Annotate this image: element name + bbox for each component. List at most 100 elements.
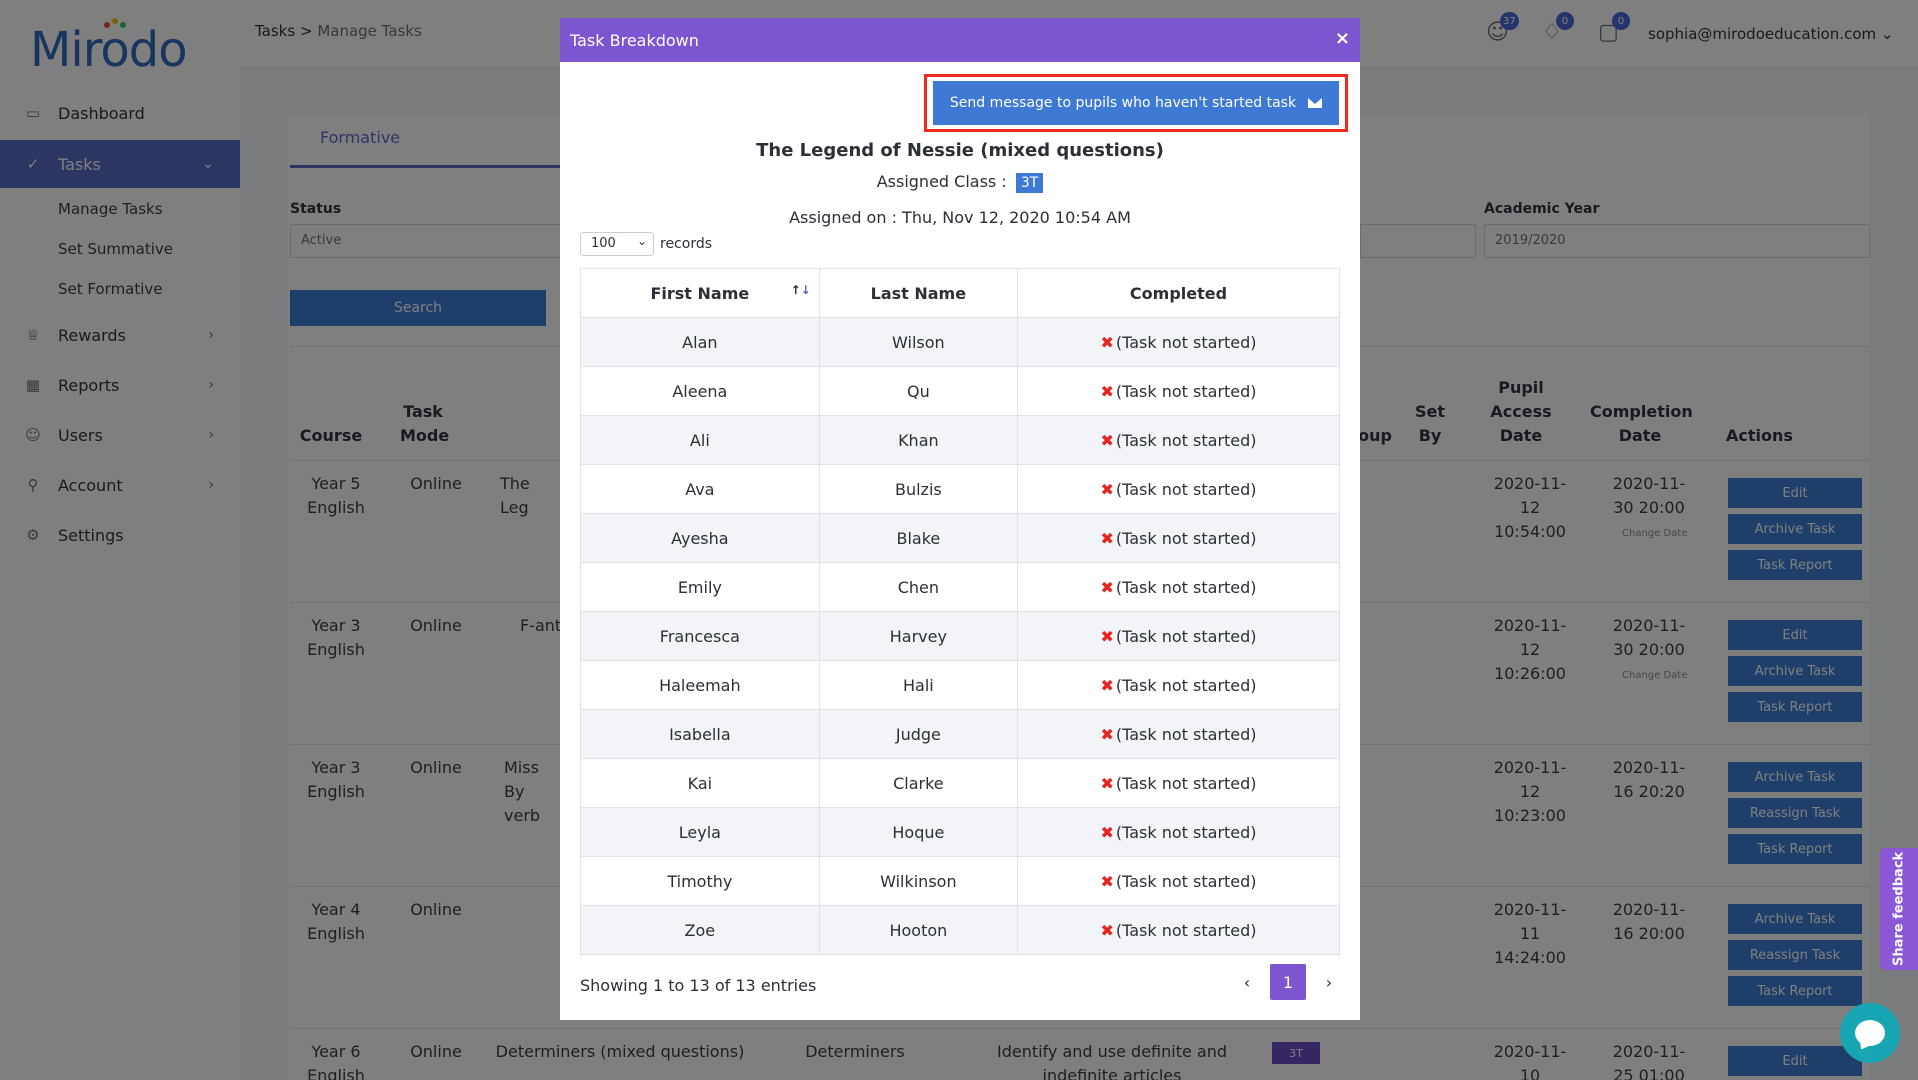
cell-first-name: Ayesha (580, 513, 820, 563)
cell-completed: ✖ (Task not started) (1017, 464, 1340, 514)
cross-icon: ✖ (1100, 822, 1114, 842)
cell-first-name: Kai (580, 758, 820, 808)
cell-completed: ✖ (Task not started) (1017, 513, 1340, 563)
cell-first-name: Emily (580, 562, 820, 612)
cell-first-name: Ali (580, 415, 820, 465)
cross-icon: ✖ (1100, 479, 1114, 499)
column-label: Last Name (870, 283, 967, 303)
column-last-name[interactable]: Last Name (818, 268, 1019, 318)
status-text: (Task not started) (1115, 822, 1257, 842)
assigned-class: Assigned Class : 3T (560, 172, 1360, 193)
table-row: Kai Clarke ✖ (Task not started) (580, 758, 1340, 808)
status-text: (Task not started) (1115, 724, 1257, 744)
cell-first-name: Leyla (580, 807, 820, 857)
column-label: Completed (1129, 283, 1228, 303)
status-text: (Task not started) (1115, 626, 1257, 646)
cross-icon: ✖ (1100, 381, 1114, 401)
close-icon[interactable]: × (1335, 30, 1350, 48)
cell-first-name: Zoe (580, 905, 820, 955)
cell-first-name: Ava (580, 464, 820, 514)
status-text: (Task not started) (1115, 675, 1257, 695)
cross-icon: ✖ (1100, 528, 1114, 548)
cell-first-name: Timothy (580, 856, 820, 906)
cell-first-name: Haleemah (580, 660, 820, 710)
cell-last-name: Hoque (818, 807, 1019, 857)
table-row: Zoe Hooton ✖ (Task not started) (580, 905, 1340, 955)
chat-widget-button[interactable] (1840, 1003, 1900, 1063)
status-text: (Task not started) (1115, 920, 1257, 940)
cell-last-name: Hooton (818, 905, 1019, 955)
cross-icon: ✖ (1100, 724, 1114, 744)
records-select[interactable]: 100 ⌄ (580, 232, 654, 256)
cell-last-name: Khan (818, 415, 1019, 465)
send-message-button[interactable]: Send message to pupils who haven't start… (933, 81, 1339, 125)
cell-completed: ✖ (Task not started) (1017, 611, 1340, 661)
table-row: Emily Chen ✖ (Task not started) (580, 562, 1340, 612)
cross-icon: ✖ (1100, 773, 1114, 793)
envelope-icon (1308, 98, 1323, 108)
cell-last-name: Blake (818, 513, 1019, 563)
modal-title: Task Breakdown (570, 30, 699, 50)
cell-completed: ✖ (Task not started) (1017, 905, 1340, 955)
records-length: 100 ⌄ records (580, 232, 712, 256)
cross-icon: ✖ (1100, 920, 1114, 940)
table-row: Ava Bulzis ✖ (Task not started) (580, 464, 1340, 514)
column-completed[interactable]: Completed (1017, 268, 1340, 318)
cross-icon: ✖ (1100, 430, 1114, 450)
column-first-name[interactable]: First Name ↑↓ (580, 268, 820, 318)
cell-last-name: Harvey (818, 611, 1019, 661)
records-label: records (660, 236, 713, 252)
cell-first-name: Francesca (580, 611, 820, 661)
cell-completed: ✖ (Task not started) (1017, 562, 1340, 612)
table-row: Aleena Qu ✖ (Task not started) (580, 366, 1340, 416)
sort-icon[interactable]: ↑↓ (791, 283, 811, 297)
pupil-table: First Name ↑↓ Last Name Completed Alan Wi… (580, 268, 1340, 955)
table-row: Alan Wilson ✖ (Task not started) (580, 317, 1340, 367)
cell-completed: ✖ (Task not started) (1017, 317, 1340, 367)
task-breakdown-modal: Task Breakdown × Send message to pupils … (560, 18, 1360, 1020)
next-page-icon[interactable]: › (1322, 973, 1336, 992)
table-row: Ali Khan ✖ (Task not started) (580, 415, 1340, 465)
assigned-class-label: Assigned Class : (876, 172, 1007, 191)
table-info: Showing 1 to 13 of 13 entries (580, 976, 817, 995)
cell-first-name: Isabella (580, 709, 820, 759)
table-row: Timothy Wilkinson ✖ (Task not started) (580, 856, 1340, 906)
task-title: The Legend of Nessie (mixed questions) (756, 140, 1164, 161)
cell-first-name: Aleena (580, 366, 820, 416)
pagination: ‹ 1 › (1240, 964, 1336, 1000)
cell-completed: ✖ (Task not started) (1017, 660, 1340, 710)
cell-completed: ✖ (Task not started) (1017, 709, 1340, 759)
modal-header: Task Breakdown × (560, 18, 1360, 62)
table-row: Isabella Judge ✖ (Task not started) (580, 709, 1340, 759)
cell-completed: ✖ (Task not started) (1017, 415, 1340, 465)
chevron-down-icon: ⌄ (636, 234, 647, 248)
previous-page-icon[interactable]: ‹ (1240, 973, 1254, 992)
cell-last-name: Bulzis (818, 464, 1019, 514)
share-feedback-tab[interactable]: Share feedback (1880, 848, 1918, 970)
cell-last-name: Chen (818, 562, 1019, 612)
cell-last-name: Wilson (818, 317, 1019, 367)
cross-icon: ✖ (1100, 332, 1114, 352)
cell-completed: ✖ (Task not started) (1017, 856, 1340, 906)
table-row: Ayesha Blake ✖ (Task not started) (580, 513, 1340, 563)
status-text: (Task not started) (1115, 332, 1257, 352)
status-text: (Task not started) (1115, 773, 1257, 793)
column-label: First Name (650, 283, 750, 303)
table-row: Leyla Hoque ✖ (Task not started) (580, 807, 1340, 857)
cell-completed: ✖ (Task not started) (1017, 758, 1340, 808)
cell-first-name: Alan (580, 317, 820, 367)
cell-completed: ✖ (Task not started) (1017, 807, 1340, 857)
assigned-on: Assigned on : Thu, Nov 12, 2020 10:54 AM (789, 208, 1131, 227)
cross-icon: ✖ (1100, 871, 1114, 891)
cell-last-name: Wilkinson (818, 856, 1019, 906)
status-text: (Task not started) (1115, 479, 1257, 499)
status-text: (Task not started) (1115, 871, 1257, 891)
class-badge: 3T (1015, 173, 1044, 193)
status-text: (Task not started) (1115, 381, 1257, 401)
send-message-label: Send message to pupils who haven't start… (949, 95, 1297, 111)
status-text: (Task not started) (1115, 577, 1257, 597)
cell-last-name: Qu (818, 366, 1019, 416)
status-text: (Task not started) (1115, 430, 1257, 450)
table-row: Haleemah Hali ✖ (Task not started) (580, 660, 1340, 710)
page-1-button[interactable]: 1 (1270, 964, 1306, 1000)
